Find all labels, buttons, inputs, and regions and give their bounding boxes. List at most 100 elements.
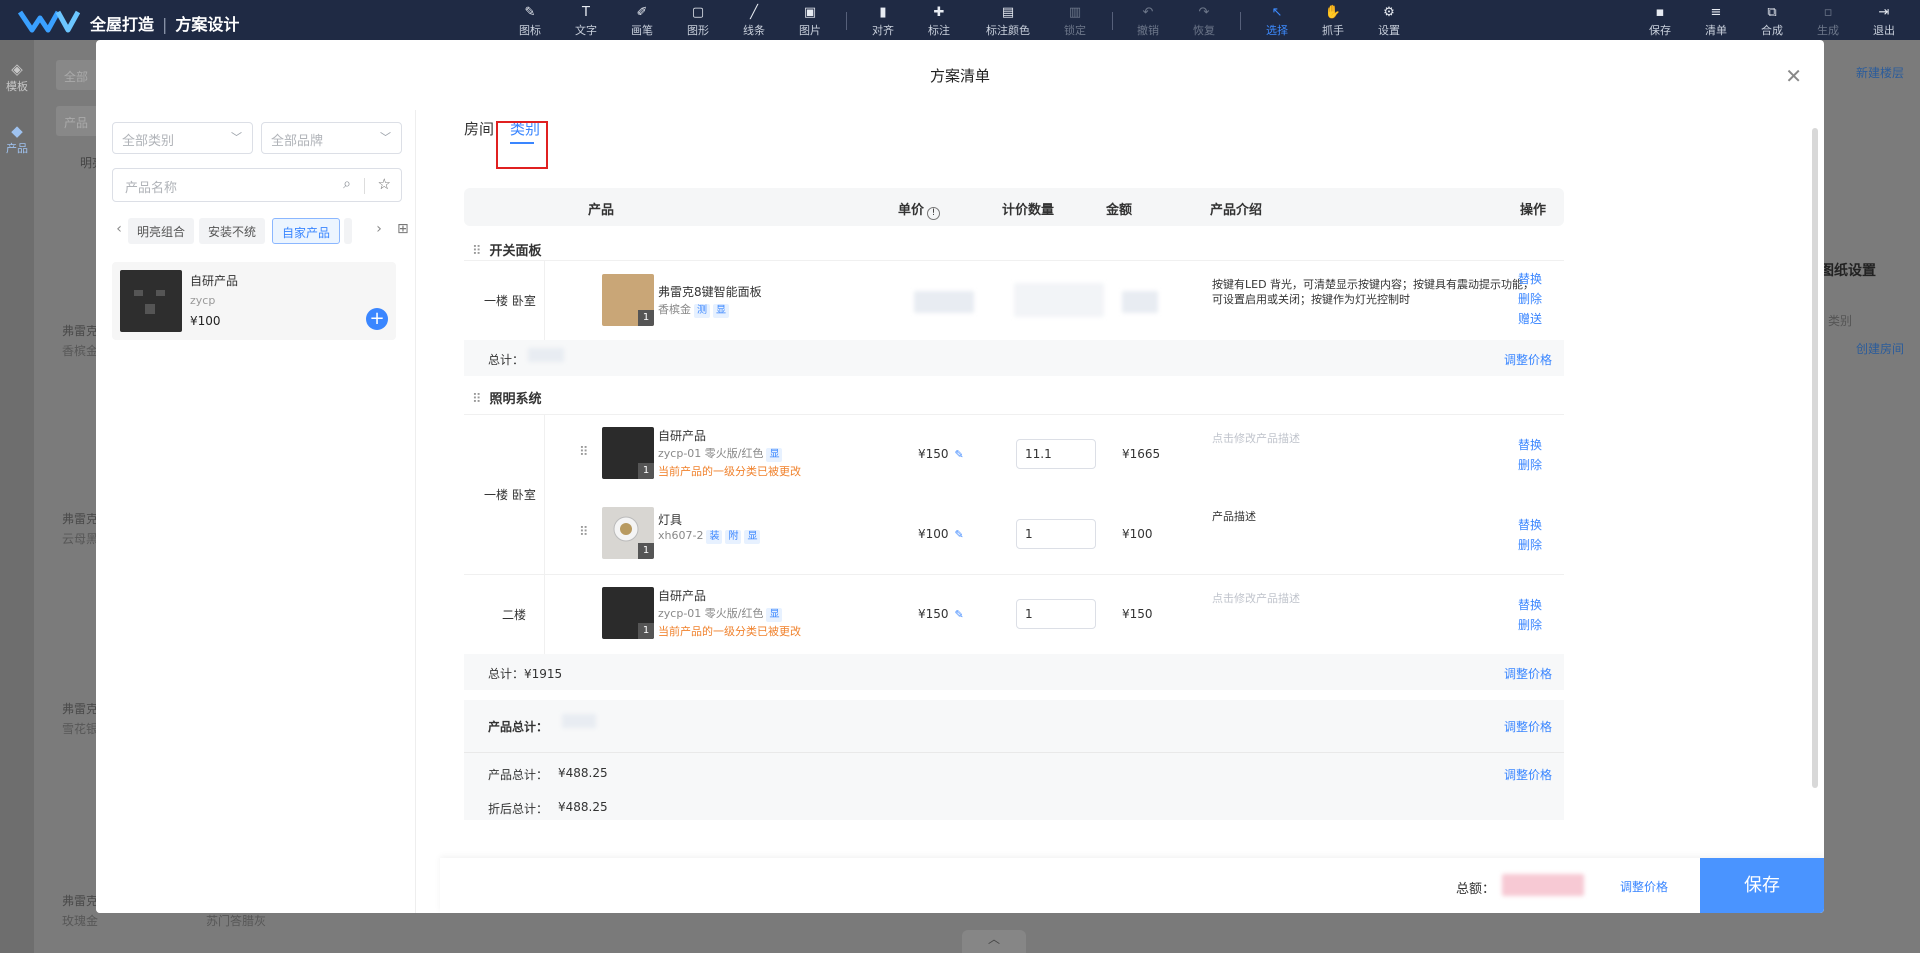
product-total-value: ¥488.25 bbox=[558, 766, 608, 780]
discount-total-label: 折后总计： bbox=[488, 802, 549, 816]
drag-handle-icon[interactable]: ⠿ bbox=[579, 525, 589, 540]
tool-line[interactable]: ╱ 线条 bbox=[732, 4, 776, 38]
chevron-right-icon[interactable]: › bbox=[372, 221, 386, 243]
replace-link[interactable]: 替换 bbox=[1518, 435, 1558, 455]
chip-overflow bbox=[344, 218, 352, 244]
brand-select[interactable]: 全部品牌 ﹀ bbox=[261, 122, 402, 154]
tool-annotation-color[interactable]: ▤ 标注颜色 bbox=[983, 4, 1033, 38]
divider bbox=[544, 415, 545, 575]
discount-total-value: ¥488.25 bbox=[558, 800, 608, 814]
tool-list[interactable]: ≡ 清单 bbox=[1694, 4, 1738, 38]
add-product-button[interactable]: + bbox=[366, 308, 388, 330]
delete-link[interactable]: 删除 bbox=[1518, 289, 1558, 309]
adjust-price-link[interactable]: 调整价格 bbox=[1504, 351, 1552, 368]
product-image[interactable]: 1 bbox=[602, 587, 654, 639]
tool-label: 图标 bbox=[519, 24, 541, 37]
product-search-input[interactable]: 产品名称 ⌕ ☆ bbox=[112, 168, 402, 202]
search-icon[interactable]: ⌕ bbox=[343, 176, 351, 192]
quantity-input[interactable]: 1 bbox=[1016, 519, 1096, 549]
rail-product[interactable]: ◆ 产品 bbox=[0, 122, 34, 156]
edit-icon[interactable]: ✎ bbox=[955, 608, 964, 621]
tool-exit[interactable]: ⇥ 退出 bbox=[1862, 4, 1906, 38]
tool-lock[interactable]: ▥ 锁定 bbox=[1053, 4, 1097, 38]
tool-hand[interactable]: ✋ 抓手 bbox=[1311, 4, 1355, 38]
tool-label: 设置 bbox=[1378, 24, 1400, 37]
product-description[interactable]: 产品描述 bbox=[1212, 509, 1542, 524]
chip-own-products[interactable]: 自家产品 bbox=[272, 218, 341, 244]
delete-link[interactable]: 删除 bbox=[1518, 535, 1558, 555]
tool-redo[interactable]: ↷ 恢复 bbox=[1182, 4, 1226, 38]
gear-icon: ⚙ bbox=[1383, 5, 1395, 20]
close-icon[interactable]: ✕ bbox=[1785, 64, 1802, 88]
replace-link[interactable]: 替换 bbox=[1518, 595, 1558, 615]
new-floor-link[interactable]: 新建楼层 bbox=[1856, 64, 1904, 81]
tab-category[interactable]: 类别 bbox=[510, 118, 540, 139]
product-image[interactable]: 1 bbox=[602, 427, 654, 479]
edit-icon[interactable]: ✎ bbox=[955, 448, 964, 461]
quantity-input[interactable]: 11.1 bbox=[1016, 439, 1096, 469]
create-room-link[interactable]: 创建房间 bbox=[1856, 340, 1904, 357]
bg-product-sub: 玫瑰金 bbox=[62, 914, 99, 928]
adjust-price-link[interactable]: 调整价格 bbox=[1504, 766, 1552, 783]
tool-label: 画笔 bbox=[631, 24, 653, 37]
edit-icon[interactable]: ✎ bbox=[955, 528, 964, 541]
tool-undo[interactable]: ↶ 撤销 bbox=[1126, 4, 1170, 38]
tool-text[interactable]: T 文字 bbox=[564, 4, 608, 38]
replace-link[interactable]: 替换 bbox=[1518, 269, 1558, 289]
drag-handle-icon[interactable]: ⠿ bbox=[472, 392, 482, 407]
active-tab-indicator bbox=[510, 142, 534, 144]
drag-handle-icon[interactable]: ⠿ bbox=[472, 244, 482, 259]
tool-select[interactable]: ↖ 选择 bbox=[1255, 4, 1299, 38]
tool-generate[interactable]: ▫ 生成 bbox=[1806, 4, 1850, 38]
adjust-price-link[interactable]: 调整价格 bbox=[1620, 878, 1668, 895]
delete-link[interactable]: 删除 bbox=[1518, 615, 1558, 635]
tool-brush[interactable]: ✐ 画笔 bbox=[620, 4, 664, 38]
save-button[interactable]: 保存 bbox=[1700, 858, 1824, 913]
tool-label: 撤销 bbox=[1137, 24, 1159, 37]
scrollbar[interactable] bbox=[1812, 128, 1818, 788]
product-card[interactable]: 自研产品 zycp ¥100 + bbox=[112, 262, 396, 340]
tool-stamp[interactable]: ✎ 图标 bbox=[508, 4, 552, 38]
category-placeholder: 全部类别 bbox=[122, 134, 175, 149]
gift-link[interactable]: 赠送 bbox=[1518, 309, 1558, 329]
brush-icon: ✐ bbox=[636, 5, 648, 20]
product-total-label: 产品总计： bbox=[488, 720, 549, 734]
product-description[interactable]: 点击修改产品描述 bbox=[1212, 591, 1542, 606]
tool-settings[interactable]: ⚙ 设置 bbox=[1367, 4, 1411, 38]
delete-link[interactable]: 删除 bbox=[1518, 455, 1558, 475]
star-icon[interactable]: ☆ bbox=[378, 175, 391, 193]
cursor-icon: ↖ bbox=[1271, 5, 1283, 20]
plan-list-pane: 房间 类别 产品 单价! 计价数量 金额 产品介绍 操作 ⠿ 开关面板 一楼 卧室… bbox=[440, 108, 1820, 913]
category-select[interactable]: 全部类别 ﹀ bbox=[112, 122, 253, 154]
toolbar-divider bbox=[846, 12, 847, 30]
chip-bright-combo[interactable]: 明亮组合 bbox=[128, 218, 195, 244]
chevron-left-icon[interactable]: ‹ bbox=[112, 221, 126, 243]
adjust-price-link[interactable]: 调整价格 bbox=[1504, 718, 1552, 735]
adjust-price-link[interactable]: 调整价格 bbox=[1504, 665, 1552, 682]
replace-link[interactable]: 替换 bbox=[1518, 515, 1558, 535]
tab-room[interactable]: 房间 bbox=[464, 118, 494, 139]
product-description[interactable]: 按键有LED 背光，可清楚显示按键内容；按键具有震动提示功能，可设置启用或关闭；… bbox=[1212, 277, 1542, 307]
quantity-input[interactable]: 1 bbox=[1016, 599, 1096, 629]
tool-align[interactable]: ▮ 对齐 bbox=[861, 4, 905, 38]
tool-image[interactable]: ▣ 图片 bbox=[788, 4, 832, 38]
product-image[interactable]: 1 bbox=[602, 274, 654, 326]
collapse-handle[interactable]: ︿ bbox=[962, 930, 1026, 953]
product-image[interactable]: 1 bbox=[602, 507, 654, 559]
info-icon[interactable]: ! bbox=[927, 207, 941, 220]
tool-label: 锁定 bbox=[1064, 24, 1086, 37]
chip-install[interactable]: 安装不统 bbox=[199, 218, 266, 244]
row-actions: 替换 删除 赠送 bbox=[1518, 269, 1558, 329]
grid-view-icon[interactable]: ⊞ bbox=[397, 221, 409, 237]
tool-shape[interactable]: ▢ 图形 bbox=[676, 4, 720, 38]
tool-merge[interactable]: ⧉ 合成 bbox=[1750, 4, 1794, 38]
rail-template[interactable]: ◈ 模板 bbox=[0, 60, 34, 94]
right-field[interactable]: 类别 bbox=[1828, 312, 1852, 329]
bg-product-name: 弗雷克 bbox=[62, 894, 99, 908]
product-description[interactable]: 点击修改产品描述 bbox=[1212, 431, 1542, 446]
drag-handle-icon[interactable]: ⠿ bbox=[579, 445, 589, 460]
tool-pin[interactable]: ✚ 标注 bbox=[917, 4, 961, 38]
redacted-total bbox=[1502, 874, 1584, 896]
tool-label: 图形 bbox=[687, 24, 709, 37]
tool-save[interactable]: ▪ 保存 bbox=[1638, 4, 1682, 38]
